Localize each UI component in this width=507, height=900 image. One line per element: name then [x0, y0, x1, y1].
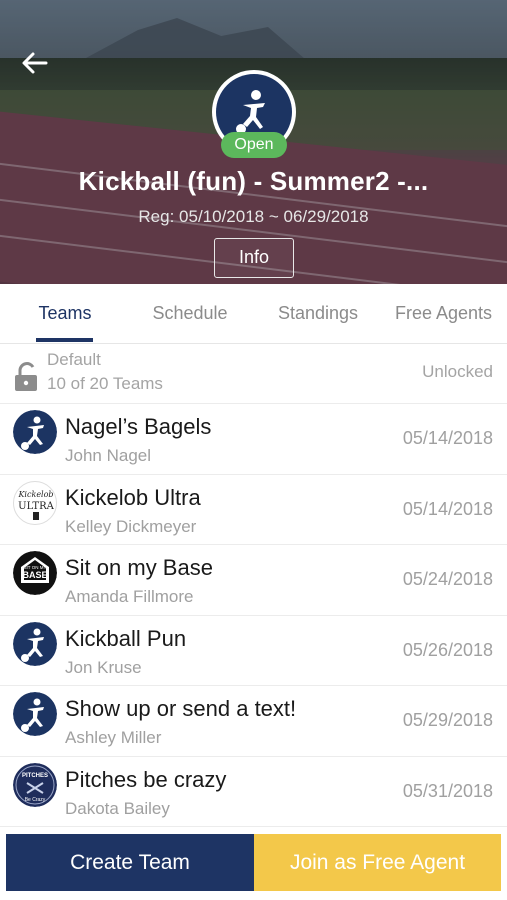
svg-text:Kickelob: Kickelob	[17, 490, 53, 499]
arrow-left-icon	[22, 52, 48, 74]
team-list: Nagel’s Bagels John Nagel 05/14/2018 Kic…	[0, 404, 507, 827]
team-date: 05/26/2018	[402, 639, 493, 660]
svg-text:PITCHES: PITCHES	[22, 773, 48, 779]
bottom-action-bar: Create Team Join as Free Agent	[6, 834, 501, 891]
tab-bar: Teams Schedule Standings Free Agents	[0, 284, 507, 344]
team-name: Show up or send a text!	[65, 696, 297, 721]
team-row[interactable]: Kickball Pun Jon Kruse 05/26/2018	[0, 616, 507, 686]
active-tab-indicator	[36, 338, 93, 342]
tab-teams[interactable]: Teams	[24, 284, 106, 344]
tab-schedule[interactable]: Schedule	[140, 284, 240, 344]
team-row[interactable]: Nagel’s Bagels John Nagel 05/14/2018	[0, 404, 507, 475]
tab-standings[interactable]: Standings	[266, 284, 370, 344]
team-captain: Dakota Bailey	[65, 798, 170, 818]
team-captain: Ashley Miller	[65, 728, 162, 747]
team-row[interactable]: SIT ON MY BASE Sit on my Base Amanda Fil…	[0, 545, 507, 616]
team-name: Kickelob Ultra	[65, 484, 201, 510]
status-badge: Open	[221, 132, 287, 158]
info-button[interactable]: Info	[214, 238, 294, 278]
team-date: 05/31/2018	[402, 780, 493, 801]
lock-open-icon	[13, 362, 41, 392]
team-date: 05/29/2018	[402, 710, 493, 730]
team-name: Nagel’s Bagels	[65, 414, 212, 439]
tab-free-agents[interactable]: Free Agents	[386, 284, 501, 344]
team-name: Kickball Pun	[65, 625, 187, 651]
kickelob-ultra-logo: Kickelob ULTRA	[13, 480, 57, 525]
team-captain: Amanda Fillmore	[65, 587, 194, 606]
svg-text:BASE: BASE	[22, 570, 47, 580]
league-header: Open Kickball (fun) - Summer2 -... Reg: …	[0, 0, 507, 284]
team-captain: Jon Kruse	[65, 657, 142, 677]
registration-dates: Reg: 05/10/2018 ~ 06/29/2018	[138, 207, 369, 226]
team-date: 05/24/2018	[402, 569, 493, 589]
kickball-player-icon	[13, 692, 57, 736]
team-row[interactable]: Show up or send a text! Ashley Miller 05…	[0, 686, 507, 757]
team-row[interactable]: Kickelob ULTRA Kickelob Ultra Kelley Dic…	[0, 475, 507, 545]
team-row[interactable]: PITCHES Be Crazy Pitches be crazy Dakota…	[0, 757, 507, 827]
svg-text:ULTRA: ULTRA	[18, 501, 54, 512]
back-button[interactable]	[18, 46, 52, 80]
bottom-spacer	[0, 891, 507, 900]
team-captain: Kelley Dickmeyer	[65, 516, 197, 536]
svg-text:Be Crazy: Be Crazy	[25, 797, 46, 803]
team-name: Pitches be crazy	[65, 766, 227, 792]
kickball-player-icon	[13, 410, 57, 454]
create-team-button[interactable]: Create Team	[6, 834, 254, 891]
team-name: Sit on my Base	[65, 555, 213, 580]
division-header: Default 10 of 20 Teams Unlocked	[0, 344, 507, 404]
division-name: Default	[47, 350, 101, 369]
division-lock-status: Unlocked	[422, 362, 493, 381]
team-date: 05/14/2018	[402, 428, 493, 448]
division-team-count: 10 of 20 Teams	[47, 374, 163, 393]
league-title: Kickball (fun) - Summer2 -...	[78, 166, 429, 196]
team-captain: John Nagel	[65, 446, 152, 465]
base-logo: SIT ON MY BASE	[13, 551, 57, 595]
join-free-agent-button[interactable]: Join as Free Agent	[254, 834, 501, 891]
pitches-logo: PITCHES Be Crazy	[13, 762, 57, 807]
kickball-player-icon	[13, 621, 57, 666]
team-date: 05/14/2018	[402, 498, 493, 519]
